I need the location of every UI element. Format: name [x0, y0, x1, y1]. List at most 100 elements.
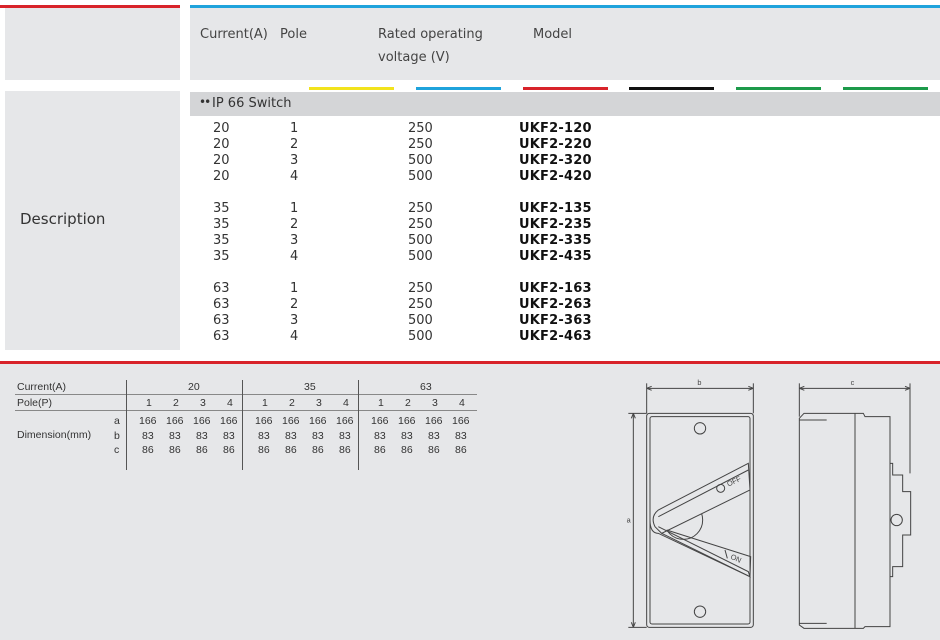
voltage-cell: 250	[408, 281, 433, 296]
rule	[15, 394, 477, 395]
dimension-value: 86	[339, 444, 351, 456]
voltage-cell: 250	[408, 137, 433, 152]
left-header-box	[5, 8, 180, 80]
dimension-value: 166	[398, 415, 416, 427]
dimension-value: 86	[196, 444, 208, 456]
dimension-label: Dimension(mm)	[17, 429, 92, 441]
current-group: 35	[304, 381, 316, 393]
pole-cell: 4	[290, 169, 299, 184]
pole-cell: 4	[459, 397, 465, 409]
current-cell: 63	[213, 281, 230, 296]
dimension-value: 83	[196, 429, 208, 442]
column-divider	[358, 380, 359, 470]
dimension-value: 83	[169, 429, 181, 442]
table-row: 20 2 250 UKF2-220	[0, 137, 940, 153]
voltage-cell: 250	[408, 217, 433, 232]
voltage-cell: 250	[408, 201, 433, 216]
dimension-value: 166	[309, 415, 327, 427]
dimension-value: 86	[455, 444, 467, 456]
section-header: •• IP 66 Switch	[190, 92, 940, 116]
header-pole: Pole	[280, 27, 307, 42]
current-label: Current(A)	[17, 381, 67, 393]
voltage-cell: 250	[408, 121, 433, 136]
model-cell: UKF2-320	[519, 153, 592, 168]
dimension-key: b	[114, 429, 120, 442]
dimension-value: 86	[428, 444, 440, 456]
voltage-cell: 500	[408, 169, 433, 184]
pole-cell: 2	[290, 297, 299, 312]
dimension-value: 83	[312, 429, 324, 442]
current-cell: 35	[213, 233, 230, 248]
pole-label: Pole(P)	[17, 397, 53, 409]
color-bar	[629, 87, 714, 90]
dimension-value: 86	[142, 444, 154, 456]
color-bar	[309, 87, 394, 90]
dimension-value: 83	[142, 429, 154, 442]
switch-drawing: b a OFF ON c	[627, 378, 912, 629]
pole-cell: 1	[262, 397, 268, 409]
table-row: 35 4 500 UKF2-435	[0, 249, 940, 265]
section-title: IP 66 Switch	[212, 96, 292, 111]
dim-a-label: a	[627, 516, 632, 525]
dimension-value: 83	[223, 429, 235, 442]
color-bar	[843, 87, 928, 90]
current-cell: 20	[213, 137, 230, 152]
dimension-value: 166	[452, 415, 470, 427]
dimension-key: a	[114, 415, 120, 427]
table-row: 20 3 500 UKF2-320	[0, 153, 940, 169]
model-cell: UKF2-435	[519, 249, 592, 264]
pole-cell: 3	[290, 233, 299, 248]
dimension-value: 83	[258, 429, 270, 442]
pole-cell: 4	[290, 249, 299, 264]
current-cell: 63	[213, 313, 230, 328]
color-bar	[523, 87, 608, 90]
model-cell: UKF2-335	[519, 233, 592, 248]
current-cell: 35	[213, 217, 230, 232]
dimension-value: 86	[312, 444, 324, 456]
pole-cell: 2	[290, 137, 299, 152]
pole-cell: 1	[290, 281, 299, 296]
dimension-value: 86	[223, 444, 235, 456]
current-cell: 20	[213, 153, 230, 168]
dimension-value: 166	[220, 415, 238, 427]
table-row: 35 3 500 UKF2-335	[0, 233, 940, 249]
pole-cell: 4	[343, 397, 349, 409]
model-cell: UKF2-463	[519, 329, 592, 344]
color-bar	[736, 87, 821, 90]
table-row: 63 4 500 UKF2-463	[0, 329, 940, 345]
model-cell: UKF2-120	[519, 121, 592, 136]
dimension-value: 166	[336, 415, 354, 427]
dimension-value: 166	[193, 415, 211, 427]
column-divider	[242, 380, 243, 470]
dimension-value: 83	[374, 429, 386, 442]
voltage-cell: 500	[408, 329, 433, 344]
table-row: 20 1 250 UKF2-120	[0, 121, 940, 137]
table-row: 63 3 500 UKF2-363	[0, 313, 940, 329]
dim-c-label: c	[851, 378, 855, 387]
table-row: 63 2 250 UKF2-263	[0, 297, 940, 313]
current-cell: 63	[213, 329, 230, 344]
pole-cell: 3	[290, 313, 299, 328]
current-cell: 20	[213, 121, 230, 136]
current-group: 20	[188, 381, 200, 393]
dimension-value: 166	[425, 415, 443, 427]
column-divider	[126, 380, 127, 470]
model-cell: UKF2-220	[519, 137, 592, 152]
header-current: Current(A)	[200, 27, 268, 42]
pole-cell: 1	[146, 397, 152, 409]
table-row: 35 1 250 UKF2-135	[0, 201, 940, 217]
model-cell: UKF2-135	[519, 201, 592, 216]
dim-b-label: b	[697, 378, 701, 387]
pole-cell: 2	[289, 397, 295, 409]
current-cell: 35	[213, 201, 230, 216]
voltage-cell: 500	[408, 313, 433, 328]
dimension-value: 166	[371, 415, 389, 427]
voltage-cell: 250	[408, 297, 433, 312]
rule	[15, 410, 477, 411]
dimension-value: 83	[428, 429, 440, 442]
pole-cell: 3	[200, 397, 206, 409]
dimension-value: 166	[282, 415, 300, 427]
dimension-value: 86	[374, 444, 386, 456]
pole-cell: 1	[290, 201, 299, 216]
table-row: 35 2 250 UKF2-235	[0, 217, 940, 233]
